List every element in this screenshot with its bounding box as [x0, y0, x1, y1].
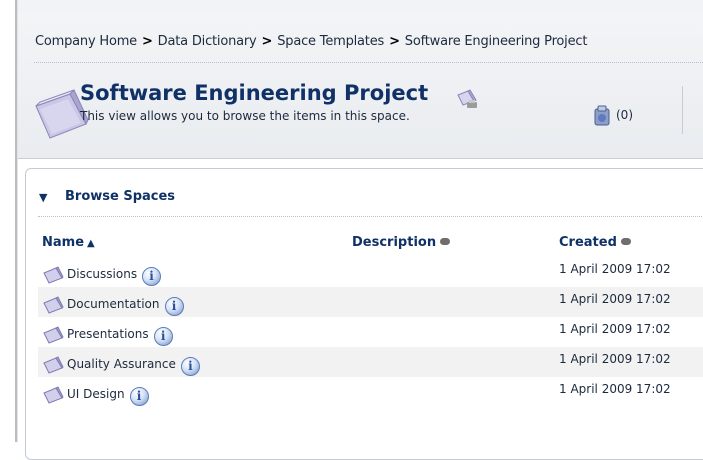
- table-row: Presentations i 1 April 2009 17:02: [38, 317, 703, 347]
- space-name-link[interactable]: Quality Assurance i: [67, 357, 200, 376]
- space-folder-icon[interactable]: [42, 296, 64, 314]
- table-row: UI Design i 1 April 2009 17:02: [38, 377, 703, 407]
- sort-toggle-icon: [620, 238, 631, 245]
- info-icon[interactable]: i: [180, 357, 200, 376]
- created-date: 1 April 2009 17:02: [559, 292, 671, 306]
- info-icon[interactable]: i: [129, 387, 149, 406]
- breadcrumb-divider: [34, 62, 703, 63]
- created-date: 1 April 2009 17:02: [559, 352, 671, 366]
- space-name-link[interactable]: UI Design i: [67, 387, 149, 406]
- sort-ascending-icon: ▲: [87, 238, 95, 249]
- clipboard-count[interactable]: (0): [616, 108, 633, 122]
- column-header-name-label: Name: [42, 235, 85, 250]
- breadcrumb-separator: >: [389, 34, 400, 49]
- header-bottom-border: [18, 158, 703, 159]
- column-header-description-label: Description: [352, 235, 437, 250]
- collapse-toggle-icon[interactable]: ▼: [39, 191, 47, 204]
- space-folder-icon[interactable]: [42, 386, 64, 404]
- info-icon[interactable]: i: [153, 327, 173, 346]
- panel-title[interactable]: Browse Spaces: [65, 189, 175, 204]
- space-name: Discussions: [67, 267, 138, 281]
- created-date: 1 April 2009 17:02: [559, 382, 671, 396]
- space-name: UI Design: [67, 387, 125, 401]
- column-header-created[interactable]: Created: [559, 235, 631, 250]
- created-date: 1 April 2009 17:02: [559, 322, 671, 336]
- space-folder-icon[interactable]: [42, 356, 64, 374]
- created-date: 1 April 2009 17:02: [559, 262, 671, 276]
- space-name: Presentations: [67, 327, 149, 341]
- breadcrumb-space-templates[interactable]: Space Templates: [277, 34, 384, 49]
- page-description: This view allows you to browse the items…: [80, 109, 410, 123]
- breadcrumb-company-home[interactable]: Company Home: [35, 34, 137, 49]
- table-row: Quality Assurance i 1 April 2009 17:02: [38, 347, 703, 377]
- top-shade: [18, 0, 703, 12]
- space-actions-icon[interactable]: [455, 89, 479, 109]
- space-folder-icon[interactable]: [42, 326, 64, 344]
- space-name: Documentation: [67, 297, 160, 311]
- column-header-name[interactable]: Name ▲: [42, 235, 95, 250]
- panel-divider: [38, 216, 703, 217]
- space-name-link[interactable]: Presentations i: [67, 327, 173, 346]
- space-name: Quality Assurance: [67, 357, 176, 371]
- sort-toggle-icon: [440, 238, 451, 245]
- breadcrumb-current-space[interactable]: Software Engineering Project: [405, 34, 588, 49]
- breadcrumb-separator: >: [261, 34, 273, 49]
- clipboard-icon[interactable]: [592, 105, 612, 127]
- table-row: Discussions i 1 April 2009 17:02: [38, 257, 703, 287]
- browse-spaces-panel: ▼ Browse Spaces Name ▲ Description Create…: [25, 168, 703, 460]
- column-header-created-label: Created: [559, 235, 617, 250]
- info-icon[interactable]: i: [164, 297, 184, 316]
- table-row: Documentation i 1 April 2009 17:02: [38, 287, 703, 317]
- header-divider: [682, 86, 683, 134]
- breadcrumb-separator: >: [141, 34, 153, 49]
- column-header-description[interactable]: Description: [352, 235, 451, 250]
- space-name-link[interactable]: Discussions i: [67, 267, 162, 286]
- page-title: Software Engineering Project: [80, 81, 429, 105]
- breadcrumb: Company Home > Data Dictionary > Space Templ…: [35, 34, 587, 49]
- info-icon[interactable]: i: [142, 267, 162, 286]
- space-header: Company Home > Data Dictionary > Space Templ…: [18, 12, 703, 159]
- space-name-link[interactable]: Documentation i: [67, 297, 184, 316]
- breadcrumb-data-dictionary[interactable]: Data Dictionary: [158, 34, 257, 49]
- space-folder-icon[interactable]: [42, 266, 64, 284]
